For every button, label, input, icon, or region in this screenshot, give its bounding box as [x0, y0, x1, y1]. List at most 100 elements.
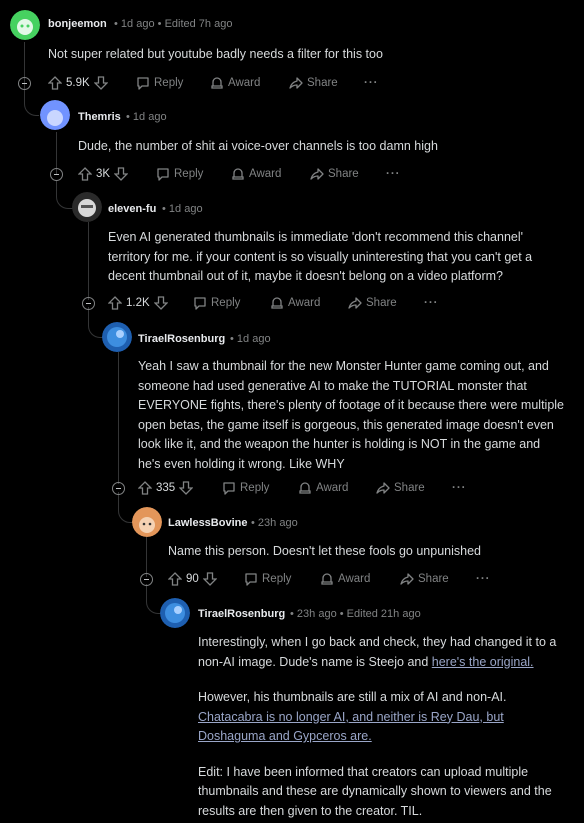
thread-line-4: [118, 352, 119, 484]
award-button[interactable]: Award: [210, 73, 260, 93]
chatacabra-link-continued[interactable]: Doshaguma and Gypceros are.: [198, 729, 372, 743]
downvote-icon[interactable]: [114, 167, 129, 181]
share-button[interactable]: Share: [400, 569, 449, 589]
reply-button[interactable]: Reply: [136, 73, 183, 93]
upvote-group: 335: [138, 478, 194, 498]
comment-text-line: someone had used generative AI to make t…: [138, 378, 527, 393]
thread-line-3: [88, 222, 89, 300]
comment-body: Not super related but youtube badly need…: [48, 45, 383, 65]
comment-meta: • 23h ago • Edited 21h ago: [290, 608, 421, 620]
comment-username[interactable]: Themris: [78, 111, 121, 123]
avatar-lawlessbovine[interactable]: [132, 507, 162, 537]
comment-bubble-icon: [194, 297, 206, 310]
reply-button[interactable]: Reply: [222, 478, 269, 498]
award-label: Award: [249, 168, 282, 180]
separator-dot: •: [251, 517, 255, 529]
more-options-button[interactable]: ···: [424, 293, 439, 313]
upvote-icon[interactable]: [108, 296, 122, 310]
comment-text-line: Interestingly, when I go back and check,…: [198, 635, 557, 649]
comment-username[interactable]: TiraelRosenburg: [138, 333, 225, 345]
vote-count: 1.2K: [126, 297, 150, 309]
share-button[interactable]: Share: [289, 73, 338, 93]
comment-username[interactable]: eleven-fu: [108, 203, 156, 215]
vote-count: 3K: [96, 168, 111, 180]
snoo-avatar-icon: [132, 507, 162, 537]
award-label: Award: [316, 482, 349, 494]
comment-username[interactable]: LawlessBovine: [168, 517, 247, 529]
comment-username[interactable]: TiraelRosenburg: [198, 608, 285, 620]
reply-button[interactable]: Reply: [193, 293, 240, 313]
vote-count: 335: [156, 482, 176, 494]
avatar-tiraelrosenburg[interactable]: [102, 322, 132, 352]
share-arrow-icon: [400, 573, 414, 585]
comment-text-line: Doshaguma and Gypceros are.: [198, 727, 556, 747]
comment-text-line: decent thumbnail out of it, maybe it doe…: [108, 269, 503, 283]
award-label: Award: [228, 77, 261, 89]
downvote-icon[interactable]: [153, 296, 168, 310]
reply-button[interactable]: Reply: [156, 164, 203, 184]
collapse-thread-button[interactable]: [82, 297, 95, 310]
share-arrow-icon: [376, 482, 390, 494]
collapse-thread-button[interactable]: [112, 482, 125, 495]
comment-text-line: Not super related but youtube badly need…: [48, 47, 383, 61]
comment-actions: 335 Reply Award Share ···: [110, 478, 490, 498]
comment-meta: • 1d ago • Edited 7h ago: [114, 18, 232, 30]
comment-meta: • 1d ago: [126, 111, 167, 123]
comment-body: Name this person. Doesn't let these fool…: [168, 542, 481, 562]
comment-text-line: Edit: I have been informed that creators…: [198, 764, 529, 779]
comment-time: 23h ago: [257, 517, 298, 529]
separator-dot: •: [339, 608, 344, 620]
comment-edited: Edited 7h ago: [164, 18, 233, 30]
upvote-icon[interactable]: [78, 167, 92, 181]
avatar-eleven-fu[interactable]: [72, 192, 102, 222]
upvote-icon[interactable]: [48, 76, 62, 90]
collapse-thread-button[interactable]: [50, 168, 63, 181]
share-button[interactable]: Share: [348, 293, 397, 313]
comment-text-line: results are then given to the creator. T…: [198, 803, 423, 818]
more-options-button[interactable]: ···: [364, 73, 379, 93]
more-options-button[interactable]: ···: [452, 478, 467, 498]
separator-dot: •: [114, 18, 118, 30]
comment-meta: • 1d ago: [230, 333, 271, 345]
award-icon: [299, 482, 311, 494]
collapse-thread-button[interactable]: [18, 77, 31, 90]
separator-dot: •: [157, 18, 162, 30]
comment-username[interactable]: bonjeemon: [48, 18, 107, 30]
award-button[interactable]: Award: [298, 478, 348, 498]
share-label: Share: [418, 573, 449, 585]
comment-text-line: thumbnails and these are dynamically sho…: [198, 784, 552, 798]
original-image-link[interactable]: here's the original.: [432, 655, 534, 669]
comment-text-line: non-AI image. Dude's name is Steejo and …: [198, 653, 556, 673]
reply-button[interactable]: Reply: [244, 569, 291, 589]
award-button[interactable]: Award: [320, 569, 370, 589]
avatar-bonjeemon[interactable]: [10, 10, 40, 40]
downvote-icon[interactable]: [93, 76, 108, 90]
chatacabra-link[interactable]: Chatacabra is no longer AI, and neither …: [198, 710, 504, 724]
upvote-icon[interactable]: [138, 481, 152, 495]
upvote-icon[interactable]: [168, 572, 182, 586]
comment-body: Yeah I saw a thumbnail for the new Monst…: [138, 357, 564, 474]
more-options-button[interactable]: ···: [476, 569, 491, 589]
comment-text-line: Name this person. Doesn't let these fool…: [168, 544, 481, 558]
share-label: Share: [328, 168, 359, 180]
collapse-thread-button[interactable]: [140, 573, 153, 586]
more-options-button[interactable]: ···: [386, 164, 401, 184]
avatar-themris[interactable]: [40, 100, 70, 130]
downvote-icon[interactable]: [202, 572, 217, 586]
snoo-avatar-icon: [160, 598, 190, 628]
award-button[interactable]: Award: [270, 293, 320, 313]
downvote-icon[interactable]: [179, 481, 194, 495]
snoo-avatar-icon: [72, 192, 102, 222]
share-button[interactable]: Share: [376, 478, 425, 498]
avatar-tiraelrosenburg[interactable]: [160, 598, 190, 628]
comment-text-span: non-AI image. Dude's name is Steejo and: [198, 654, 432, 669]
comment-meta: • 23h ago: [251, 517, 298, 529]
separator-dot: •: [290, 608, 294, 620]
award-button[interactable]: Award: [231, 164, 281, 184]
comment-time: 1d ago: [132, 111, 167, 123]
comment-text-line: However, his thumbnails are still a mix …: [198, 690, 507, 704]
share-button[interactable]: Share: [310, 164, 359, 184]
comment-actions: 90 Reply Award Share ···: [138, 569, 518, 589]
comment-text-line: Yeah I saw a thumbnail for the new Monst…: [138, 359, 549, 373]
